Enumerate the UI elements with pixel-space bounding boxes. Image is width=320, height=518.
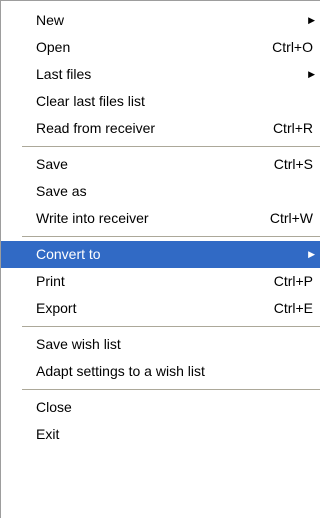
menu-item-shortcut: Ctrl+W	[269, 210, 313, 226]
menu-item-shortcut: Ctrl+R	[272, 120, 313, 136]
menu-item-label: New	[36, 12, 65, 28]
menu-item-label: Close	[36, 399, 72, 415]
menu-item-label: Write into receiver	[36, 210, 149, 226]
menu-item-save[interactable]: Save Ctrl+S	[1, 151, 320, 178]
menu-item-label: Export	[36, 300, 77, 316]
menu-item-label: Adapt settings to a wish list	[36, 363, 205, 379]
menu-item-label: Print	[36, 273, 65, 289]
menu-item-shortcut: Ctrl+O	[272, 39, 313, 55]
file-menu: New ▶ Open Ctrl+O Last files ▶ Clear last file…	[0, 0, 320, 518]
menu-item-label: Read from receiver	[36, 120, 156, 136]
menu-item-exit[interactable]: Exit	[1, 421, 320, 448]
menu-separator	[1, 142, 320, 151]
menu-item-adapt-settings-to-a-wish-list[interactable]: Adapt settings to a wish list	[1, 358, 320, 385]
menu-item-clear-last-files-list[interactable]: Clear last files list	[1, 88, 320, 115]
menu-item-shortcut: Ctrl+S	[273, 156, 313, 172]
menu-item-label: Exit	[36, 426, 60, 442]
menu-item-write-into-receiver[interactable]: Write into receiver Ctrl+W	[1, 205, 320, 232]
menu-separator	[1, 232, 320, 241]
menu-item-save-wish-list[interactable]: Save wish list	[1, 331, 320, 358]
menu-item-label: Open	[36, 39, 71, 55]
menu-item-label: Save wish list	[36, 336, 121, 352]
menu-item-last-files[interactable]: Last files ▶	[1, 61, 320, 88]
menu-item-shortcut: Ctrl+E	[273, 300, 313, 316]
menu-item-new[interactable]: New ▶	[1, 7, 320, 34]
menu-item-shortcut: Ctrl+P	[273, 273, 313, 289]
menu-item-close[interactable]: Close	[1, 394, 320, 421]
submenu-arrow-icon: ▶	[308, 15, 315, 25]
submenu-arrow-icon: ▶	[308, 249, 315, 259]
menu-item-print[interactable]: Print Ctrl+P	[1, 268, 320, 295]
menu-item-label: Convert to	[36, 246, 101, 262]
menu-item-label: Save	[36, 156, 68, 172]
menu-separator	[1, 322, 320, 331]
menu-item-open[interactable]: Open Ctrl+O	[1, 34, 320, 61]
menu-item-label: Last files	[36, 66, 92, 82]
menu-item-read-from-receiver[interactable]: Read from receiver Ctrl+R	[1, 115, 320, 142]
menu-item-label: Clear last files list	[36, 93, 145, 109]
menu-item-export[interactable]: Export Ctrl+E	[1, 295, 320, 322]
menu-item-save-as[interactable]: Save as	[1, 178, 320, 205]
menu-separator	[1, 385, 320, 394]
submenu-arrow-icon: ▶	[308, 69, 315, 79]
menu-item-convert-to[interactable]: Convert to ▶	[1, 241, 320, 268]
menu-item-label: Save as	[36, 183, 87, 199]
